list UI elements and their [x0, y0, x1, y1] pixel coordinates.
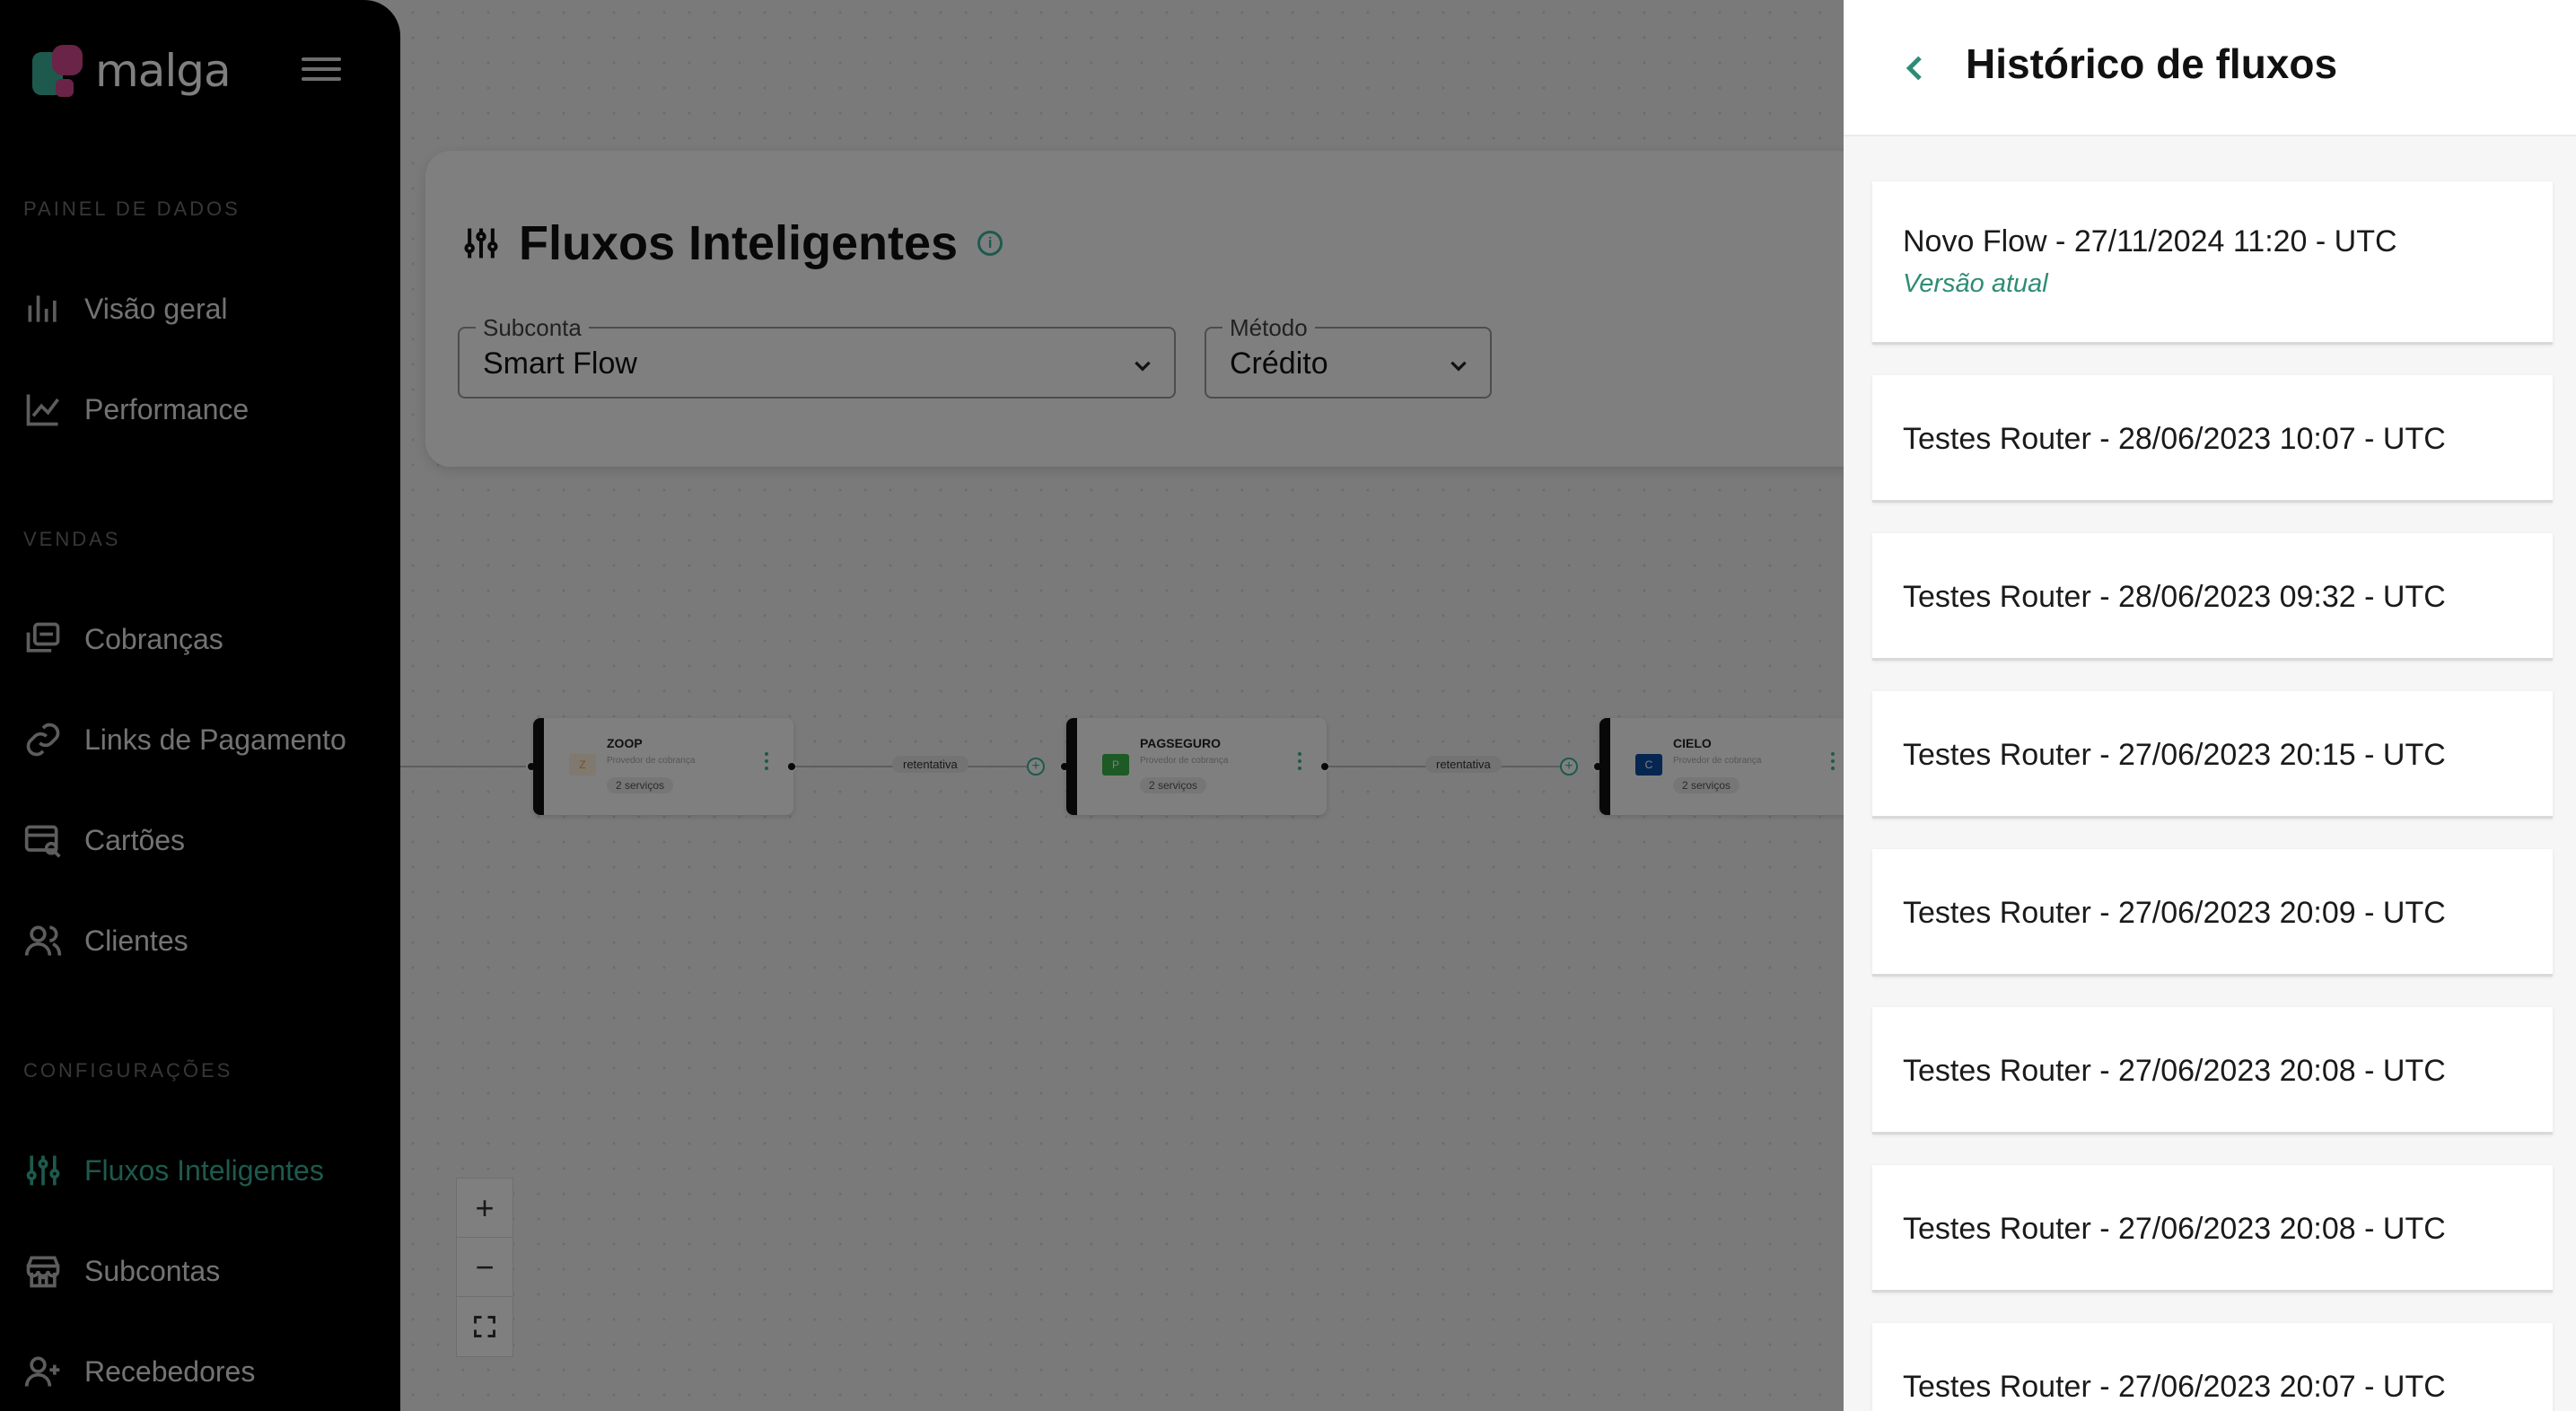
- chevron-left-icon[interactable]: [1897, 50, 1933, 86]
- history-item[interactable]: Testes Router - 28/06/2023 09:32 - UTC: [1872, 533, 2553, 661]
- history-item[interactable]: Testes Router - 27/06/2023 20:07 - UTC: [1872, 1323, 2553, 1411]
- history-item-name: Testes Router - 27/06/2023 20:08 - UTC: [1903, 1054, 2446, 1088]
- history-item[interactable]: Testes Router - 27/06/2023 20:08 - UTC: [1872, 1007, 2553, 1135]
- history-list: Novo Flow - 27/11/2024 11:20 - UTC Versã…: [1872, 181, 2553, 1411]
- history-item[interactable]: Testes Router - 27/06/2023 20:15 - UTC: [1872, 691, 2553, 819]
- history-item[interactable]: Testes Router - 27/06/2023 20:09 - UTC: [1872, 849, 2553, 977]
- history-item-name: Testes Router - 28/06/2023 09:32 - UTC: [1903, 580, 2446, 614]
- history-item-name: Testes Router - 27/06/2023 20:15 - UTC: [1903, 738, 2446, 772]
- history-item-name: Testes Router - 27/06/2023 20:09 - UTC: [1903, 896, 2446, 930]
- current-version-badge: Versão atual: [1903, 269, 2048, 298]
- drawer-title: Histórico de fluxos: [1966, 40, 2338, 87]
- drawer-header: Histórico de fluxos: [1844, 0, 2576, 136]
- history-item-name: Testes Router - 27/06/2023 20:07 - UTC: [1903, 1370, 2446, 1404]
- history-item[interactable]: Novo Flow - 27/11/2024 11:20 - UTC Versã…: [1872, 181, 2553, 345]
- history-item[interactable]: Testes Router - 28/06/2023 10:07 - UTC: [1872, 375, 2553, 503]
- history-item-name: Novo Flow - 27/11/2024 11:20 - UTC: [1903, 224, 2397, 259]
- history-item-name: Testes Router - 28/06/2023 10:07 - UTC: [1903, 422, 2446, 456]
- history-item-name: Testes Router - 27/06/2023 20:08 - UTC: [1903, 1212, 2446, 1246]
- history-drawer: Histórico de fluxos Novo Flow - 27/11/20…: [1844, 0, 2576, 1411]
- history-item[interactable]: Testes Router - 27/06/2023 20:08 - UTC: [1872, 1165, 2553, 1293]
